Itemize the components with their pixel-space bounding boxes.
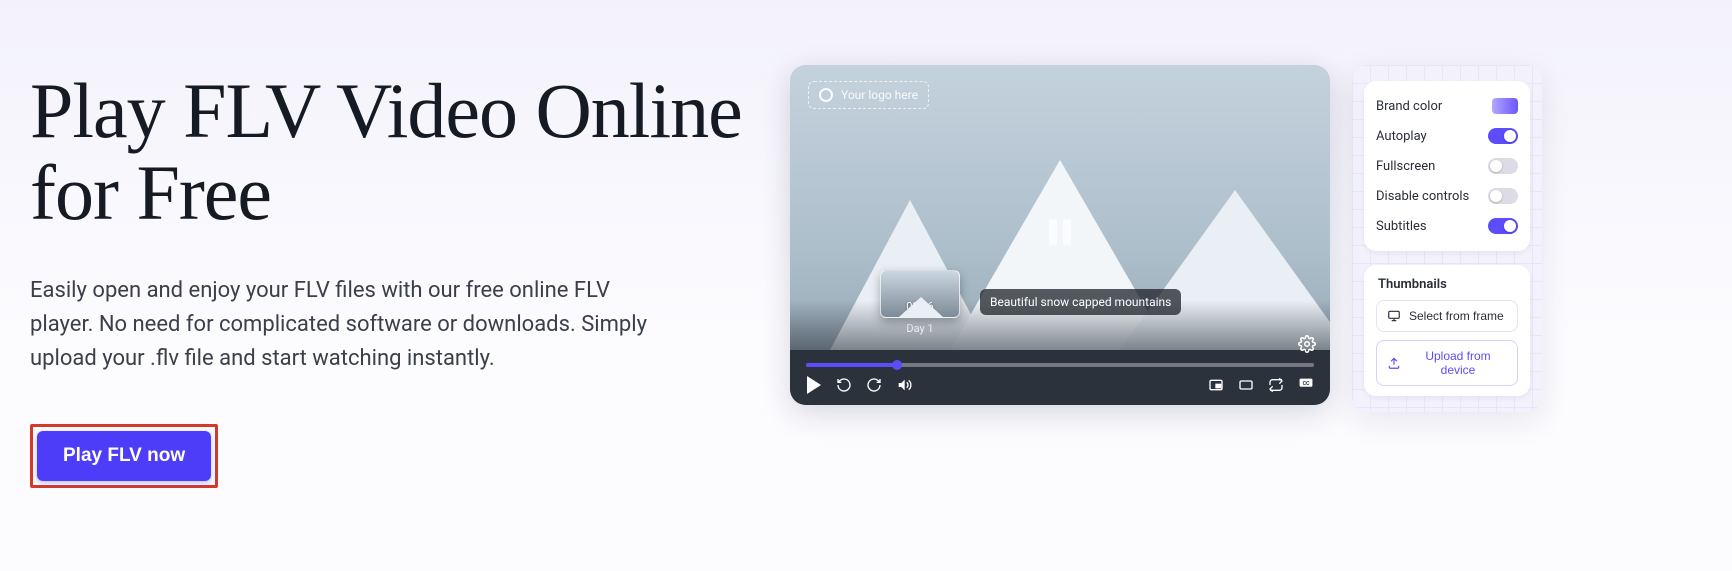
setting-label: Disable controls bbox=[1376, 189, 1469, 204]
video-player[interactable]: Your logo here 02:46 Day 1 Beautiful sno… bbox=[790, 65, 1330, 405]
player-controls: CC bbox=[790, 355, 1330, 405]
cc-icon[interactable]: CC bbox=[1298, 377, 1314, 393]
seek-bar[interactable] bbox=[806, 363, 1314, 367]
select-from-frame-label: Select from frame bbox=[1409, 309, 1504, 323]
settings-card: Brand color Autoplay Fullscreen Disable con… bbox=[1364, 81, 1530, 251]
pause-icon[interactable] bbox=[1049, 219, 1071, 245]
brand-color-swatch[interactable] bbox=[1492, 98, 1518, 114]
setting-row-brand-color: Brand color bbox=[1376, 91, 1518, 121]
video-caption-tooltip: Beautiful snow capped mountains bbox=[980, 289, 1181, 315]
seek-thumbnail: 02:46 Day 1 bbox=[880, 270, 960, 335]
upload-from-device-label: Upload from device bbox=[1409, 349, 1507, 377]
upload-icon bbox=[1387, 356, 1401, 370]
toggle-subtitles[interactable] bbox=[1488, 218, 1518, 234]
rewind-icon[interactable] bbox=[836, 377, 852, 393]
setting-label: Brand color bbox=[1376, 99, 1442, 114]
svg-text:CC: CC bbox=[1303, 381, 1310, 387]
toggle-fullscreen[interactable] bbox=[1488, 158, 1518, 174]
logo-placeholder[interactable]: Your logo here bbox=[808, 81, 929, 109]
theater-icon[interactable] bbox=[1238, 377, 1254, 393]
setting-row-autoplay: Autoplay bbox=[1376, 121, 1518, 151]
play-icon[interactable] bbox=[806, 377, 822, 393]
thumbnails-heading: Thumbnails bbox=[1378, 277, 1518, 292]
setting-label: Fullscreen bbox=[1376, 159, 1435, 174]
seek-thumbnail-day: Day 1 bbox=[880, 322, 960, 335]
settings-gear-icon[interactable] bbox=[1298, 335, 1316, 357]
cta-highlight-box: Play FLV now bbox=[30, 424, 218, 488]
preview-section: Your logo here 02:46 Day 1 Beautiful sno… bbox=[790, 60, 1702, 531]
toggle-disable-controls[interactable] bbox=[1488, 188, 1518, 204]
logo-circle-icon bbox=[819, 88, 833, 102]
forward-icon[interactable] bbox=[866, 377, 882, 393]
seek-thumbnail-time: 02:46 bbox=[881, 300, 959, 313]
setting-row-subtitles: Subtitles bbox=[1376, 211, 1518, 241]
toggle-autoplay[interactable] bbox=[1488, 128, 1518, 144]
settings-panel: Brand color Autoplay Fullscreen Disable con… bbox=[1352, 65, 1542, 412]
volume-icon[interactable] bbox=[896, 377, 912, 393]
pip-icon[interactable] bbox=[1208, 377, 1224, 393]
page-subtitle: Easily open and enjoy your FLV files wit… bbox=[30, 274, 670, 376]
monitor-icon bbox=[1387, 309, 1401, 323]
select-from-frame-button[interactable]: Select from frame bbox=[1376, 300, 1518, 332]
logo-placeholder-label: Your logo here bbox=[841, 88, 918, 102]
loop-icon[interactable] bbox=[1268, 377, 1284, 393]
page-title: Play FLV Video Online for Free bbox=[30, 70, 750, 234]
setting-row-fullscreen: Fullscreen bbox=[1376, 151, 1518, 181]
seek-thumbnail-image: 02:46 bbox=[880, 270, 960, 318]
play-flv-now-button[interactable]: Play FLV now bbox=[37, 431, 211, 481]
upload-from-device-button[interactable]: Upload from device bbox=[1376, 340, 1518, 386]
setting-label: Autoplay bbox=[1376, 129, 1427, 144]
thumbnails-card: Thumbnails Select from frame Upload from… bbox=[1364, 265, 1530, 396]
hero-section: Play FLV Video Online for Free Easily op… bbox=[30, 60, 750, 531]
setting-label: Subtitles bbox=[1376, 219, 1427, 234]
setting-row-disable-controls: Disable controls bbox=[1376, 181, 1518, 211]
